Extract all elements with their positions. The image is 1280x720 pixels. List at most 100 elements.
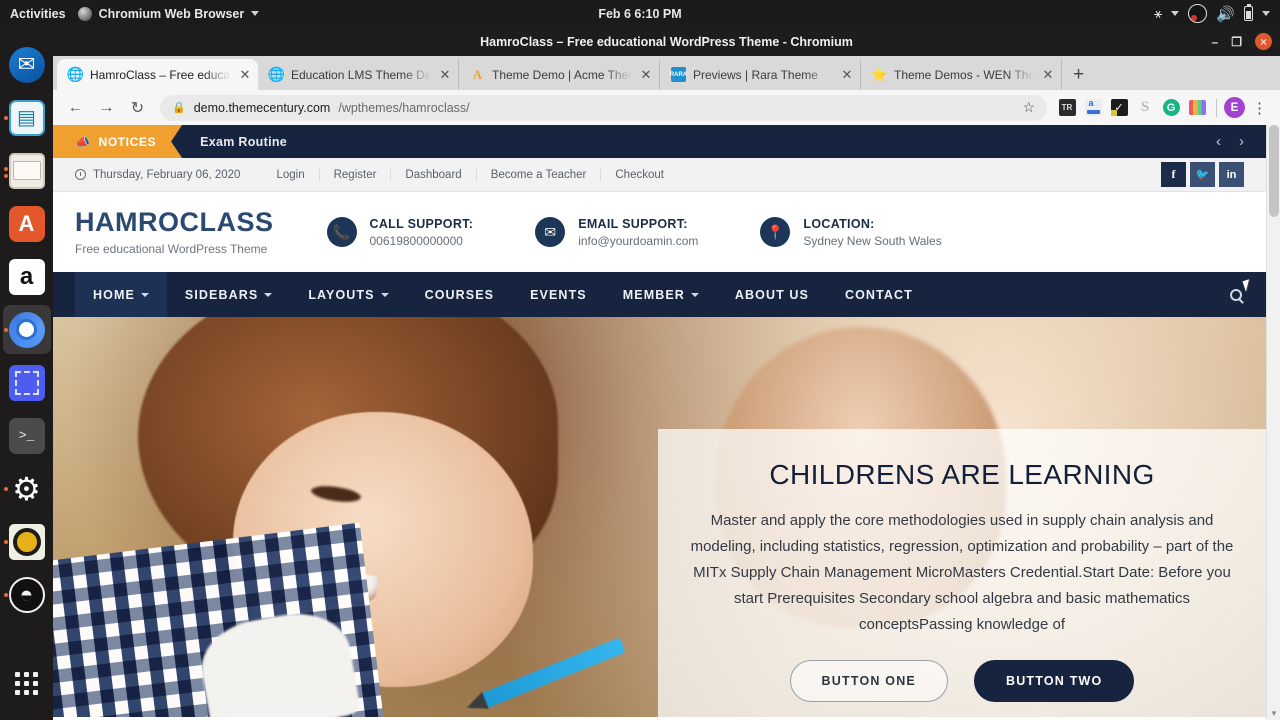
nav-label: COURSES [424,287,495,302]
close-tab-icon[interactable]: ✕ [1041,67,1055,83]
g-extension-icon[interactable]: G [1159,96,1183,120]
scrollbar-thumb[interactable] [1269,125,1279,217]
contact-text: CALL SUPPORT: 00619800000000 [370,217,474,248]
chromium-icon [8,311,45,348]
close-tab-icon[interactable]: ✕ [438,67,452,83]
dock-item-amazon[interactable] [3,252,51,301]
nav-item-courses[interactable]: COURSES [407,272,513,317]
dock-item-files[interactable] [3,146,51,195]
nav-item-home[interactable]: HOME [75,272,167,317]
browser-menu-icon[interactable]: ⋮ [1247,99,1272,117]
nav-item-layouts[interactable]: LAYOUTS [290,272,406,317]
rainbow-extension-icon[interactable] [1185,96,1209,120]
bookmark-star-icon[interactable]: ☆ [1022,99,1035,116]
dock-item-thunderbird[interactable] [3,40,51,89]
link-dashboard[interactable]: Dashboard [390,168,475,181]
terminal-icon [8,417,45,454]
minimize-button[interactable]: – [1212,35,1219,49]
dock-item-obs-studio[interactable] [3,570,51,619]
address-bar[interactable]: 🔒 demo.themecentury.com/wpthemes/hamrocl… [160,94,1047,121]
close-tab-icon[interactable]: ✕ [639,67,653,83]
url-path: /wpthemes/hamroclass/ [338,100,470,115]
activities-button[interactable]: Activities [0,7,78,21]
system-menu-chevron-icon[interactable] [1262,11,1270,16]
notice-text[interactable]: Exam Routine [182,135,287,149]
show-applications-button[interactable] [3,658,51,708]
page-scrollbar[interactable]: ▲ ▼ [1266,125,1280,720]
ubuntu-dock [0,27,53,720]
accessibility-icon[interactable]: ⚹ [1154,5,1162,22]
screenshot-icon [8,364,45,401]
browser-tab-3[interactable]: A Theme Demo | Acme Then ✕ [459,59,660,90]
volume-icon[interactable]: 🔊 [1216,5,1235,23]
utility-links: Login Register Dashboard Become a Teache… [262,168,678,181]
link-register[interactable]: Register [318,168,391,181]
tab-title: Theme Demos - WEN Ther [894,67,1034,82]
nav-label: HOME [93,287,135,302]
chevron-down-icon [264,292,273,297]
dock-item-app-center[interactable] [3,199,51,248]
contact-text: LOCATION: Sydney New South Wales [803,217,941,248]
button-two[interactable]: BUTTON TWO [973,660,1135,702]
logo-block[interactable]: HAMROCLASS Free educational WordPress Th… [75,208,274,256]
grammarly-extension-icon[interactable] [1081,96,1105,120]
nav-item-sidebars[interactable]: SIDEBARS [167,272,290,317]
browser-tab-1[interactable]: 🌐 HamroClass – Free educat ✕ [57,59,258,90]
libreoffice-impress-icon [8,99,45,136]
browser-tab-4[interactable]: RARA Previews | Rara Theme ✕ [660,59,861,90]
site-branding: HAMROCLASS Free educational WordPress Th… [53,192,1266,272]
notices-prev-button[interactable]: ‹ [1216,133,1221,150]
page-viewport: 📣 NOTICES Exam Routine ‹ › Thursday, Feb… [53,125,1280,720]
tray-chevron-down-icon[interactable] [1171,11,1180,16]
maximize-button[interactable]: ❐ [1231,35,1242,49]
mouse-cursor [1242,279,1253,292]
search-icon [1230,288,1242,301]
tr-extension-icon[interactable]: TR [1055,96,1079,120]
dock-item-chromium[interactable] [2,305,51,354]
nav-item-contact[interactable]: CONTACT [827,272,931,317]
current-date: Thursday, February 06, 2020 [75,169,240,181]
facebook-icon[interactable]: f [1161,162,1186,187]
dock-item-screenshot[interactable] [3,358,51,407]
linkedin-icon[interactable]: in [1219,162,1244,187]
chevron-down-icon [380,292,389,297]
contact-info: 📞 CALL SUPPORT: 00619800000000 ✉ EMAIL S… [326,217,942,248]
nav-item-about-us[interactable]: ABOUT US [717,272,827,317]
nav-item-member[interactable]: MEMBER [605,272,717,317]
globe-icon: 🌐 [267,66,286,82]
notices-next-button[interactable]: › [1239,133,1244,150]
new-tab-button[interactable]: + [1062,64,1095,90]
scroll-down-arrow-icon[interactable]: ▼ [1270,709,1278,718]
link-checkout[interactable]: Checkout [600,168,678,181]
tab-strip: 🌐 HamroClass – Free educat ✕ 🌐 Education… [53,56,1280,90]
contact-value: info@yourdoamin.com [578,233,699,248]
link-become-a-teacher[interactable]: Become a Teacher [475,168,601,181]
app-menu-chromium[interactable]: Chromium Web Browser [77,6,260,21]
dock-item-terminal[interactable] [3,411,51,460]
dock-item-libreoffice-impress[interactable] [3,93,51,142]
dock-item-disc-writer[interactable] [3,517,51,566]
button-one[interactable]: BUTTON ONE [789,660,948,702]
checker-extension-icon[interactable]: ✓ [1107,96,1131,120]
back-button[interactable]: ← [61,93,90,122]
profile-avatar[interactable]: E [1224,97,1245,118]
twitter-icon[interactable]: 🐦 [1190,162,1215,187]
close-tab-icon[interactable]: ✕ [238,67,252,83]
nav-search-toggle[interactable] [1230,272,1266,317]
close-button[interactable]: × [1255,33,1272,50]
nav-item-events[interactable]: EVENTS [512,272,605,317]
browser-tab-2[interactable]: 🌐 Education LMS Theme De ✕ [258,59,459,90]
s-extension-icon[interactable]: S [1133,96,1157,120]
notices-tag: 📣 NOTICES [53,125,182,158]
chevron-down-icon [251,11,260,16]
browser-tab-5[interactable]: ⭐ Theme Demos - WEN Ther ✕ [861,59,1062,90]
reload-button[interactable]: ↻ [123,93,152,122]
hero-caption: CHILDRENS ARE LEARNING Master and apply … [658,429,1266,717]
forward-button[interactable]: → [92,93,121,122]
rara-icon: RARA [670,67,687,82]
battery-icon[interactable] [1244,4,1253,21]
dock-item-settings[interactable] [3,464,51,513]
link-login[interactable]: Login [262,169,318,181]
close-tab-icon[interactable]: ✕ [840,67,854,83]
obs-icon[interactable] [1188,4,1208,23]
